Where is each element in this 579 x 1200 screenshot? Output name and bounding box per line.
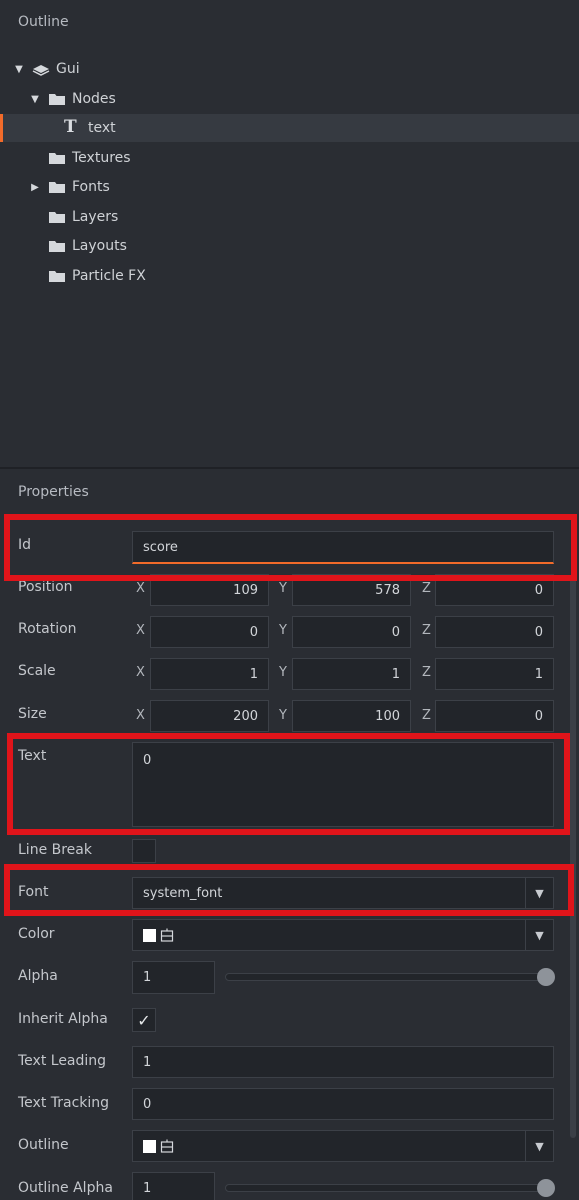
line-break-label: Line Break <box>18 842 92 858</box>
size-y-label: Y <box>279 708 287 723</box>
line-break-checkbox[interactable] <box>132 839 156 863</box>
position-x-label: X <box>136 581 145 596</box>
scale-z-label: Z <box>422 665 431 680</box>
checkmark-icon: ✓ <box>137 1010 151 1030</box>
folder-icon <box>49 270 65 282</box>
text-leading-label: Text Leading <box>18 1053 107 1069</box>
position-label: Position <box>18 579 73 595</box>
text-node-icon: T <box>64 117 77 137</box>
collapsed-arrow-icon[interactable]: ▶ <box>29 181 41 193</box>
folder-icon <box>49 240 65 252</box>
color-picker-icon[interactable] <box>160 1139 174 1153</box>
scale-y-label: Y <box>279 665 287 680</box>
size-x-label: X <box>136 708 145 723</box>
folder-icon <box>49 93 65 105</box>
color-swatch <box>143 928 156 942</box>
outline-alpha-label: Outline Alpha <box>18 1180 113 1196</box>
tree-item-text-node[interactable]: T text <box>0 114 579 142</box>
color-picker-icon[interactable] <box>160 928 174 942</box>
outline-title: Outline <box>18 14 69 30</box>
outline-color-swatch <box>143 1139 156 1153</box>
text-tracking-input[interactable]: 0 <box>132 1088 554 1120</box>
rotation-y-input[interactable]: 0 <box>292 616 411 648</box>
rotation-z-label: Z <box>422 623 431 638</box>
tree-label-nodes: Nodes <box>72 91 116 107</box>
scale-x-label: X <box>136 665 145 680</box>
scale-y-input[interactable]: 1 <box>292 658 411 690</box>
inherit-alpha-label: Inherit Alpha <box>18 1011 108 1027</box>
tree-label-gui: Gui <box>56 61 80 77</box>
scale-x-input[interactable]: 1 <box>150 658 269 690</box>
outline-alpha-slider-track[interactable] <box>225 1184 549 1192</box>
properties-title: Properties <box>18 484 89 500</box>
text-tracking-label: Text Tracking <box>18 1095 110 1111</box>
tree-item-gui[interactable]: ▼ Gui <box>0 55 579 83</box>
tree-item-layouts[interactable]: Layouts <box>0 232 579 260</box>
highlight-box-font <box>4 864 574 916</box>
tree-item-textures[interactable]: Textures <box>0 144 579 172</box>
outline-color-picker[interactable]: ▼ <box>132 1130 554 1162</box>
tree-label-layers: Layers <box>72 209 119 225</box>
properties-scrollbar[interactable] <box>570 578 576 1138</box>
color-label: Color <box>18 926 55 942</box>
folder-icon <box>49 211 65 223</box>
tree-label-fonts: Fonts <box>72 179 110 195</box>
position-z-label: Z <box>422 581 431 596</box>
expanded-arrow-icon[interactable]: ▼ <box>13 63 25 75</box>
rotation-x-label: X <box>136 623 145 638</box>
expanded-arrow-icon[interactable]: ▼ <box>29 93 41 105</box>
color-picker[interactable]: ▼ <box>132 919 554 951</box>
outline-alpha-slider-knob[interactable] <box>537 1179 555 1197</box>
rotation-label: Rotation <box>18 621 77 637</box>
outline-alpha-input[interactable]: 1 <box>132 1172 215 1200</box>
gui-layers-icon <box>32 64 50 76</box>
tree-label-layouts: Layouts <box>72 238 127 254</box>
size-label: Size <box>18 706 47 722</box>
rotation-z-input[interactable]: 0 <box>435 616 554 648</box>
tree-item-fonts[interactable]: ▶ Fonts <box>0 173 579 201</box>
highlight-box-text <box>7 733 570 835</box>
alpha-label: Alpha <box>18 968 58 984</box>
inherit-alpha-checkbox[interactable]: ✓ <box>132 1008 156 1032</box>
rotation-y-label: Y <box>279 623 287 638</box>
outline-color-label: Outline <box>18 1137 69 1153</box>
dropdown-arrow-icon[interactable]: ▼ <box>525 920 553 950</box>
alpha-slider-knob[interactable] <box>537 968 555 986</box>
outline-panel: Outline ▼ Gui ▼ Nodes T text Textures ▶ … <box>0 0 579 468</box>
size-y-input[interactable]: 100 <box>292 700 411 732</box>
alpha-slider-track[interactable] <box>225 973 549 981</box>
position-y-label: Y <box>279 581 287 596</box>
folder-icon <box>49 181 65 193</box>
tree-label-textures: Textures <box>72 150 131 166</box>
tree-item-particle-fx[interactable]: Particle FX <box>0 262 579 290</box>
panel-divider[interactable] <box>0 467 579 469</box>
size-z-label: Z <box>422 708 431 723</box>
scale-label: Scale <box>18 663 56 679</box>
tree-item-layers[interactable]: Layers <box>0 203 579 231</box>
text-leading-input[interactable]: 1 <box>132 1046 554 1078</box>
size-z-input[interactable]: 0 <box>435 700 554 732</box>
highlight-box-id <box>4 514 577 581</box>
tree-label-text-node: text <box>88 120 116 136</box>
tree-item-nodes[interactable]: ▼ Nodes <box>0 85 579 113</box>
alpha-input[interactable]: 1 <box>132 961 215 994</box>
rotation-x-input[interactable]: 0 <box>150 616 269 648</box>
dropdown-arrow-icon[interactable]: ▼ <box>525 1131 553 1161</box>
folder-icon <box>49 152 65 164</box>
size-x-input[interactable]: 200 <box>150 700 269 732</box>
scale-z-input[interactable]: 1 <box>435 658 554 690</box>
tree-label-particle-fx: Particle FX <box>72 268 146 284</box>
